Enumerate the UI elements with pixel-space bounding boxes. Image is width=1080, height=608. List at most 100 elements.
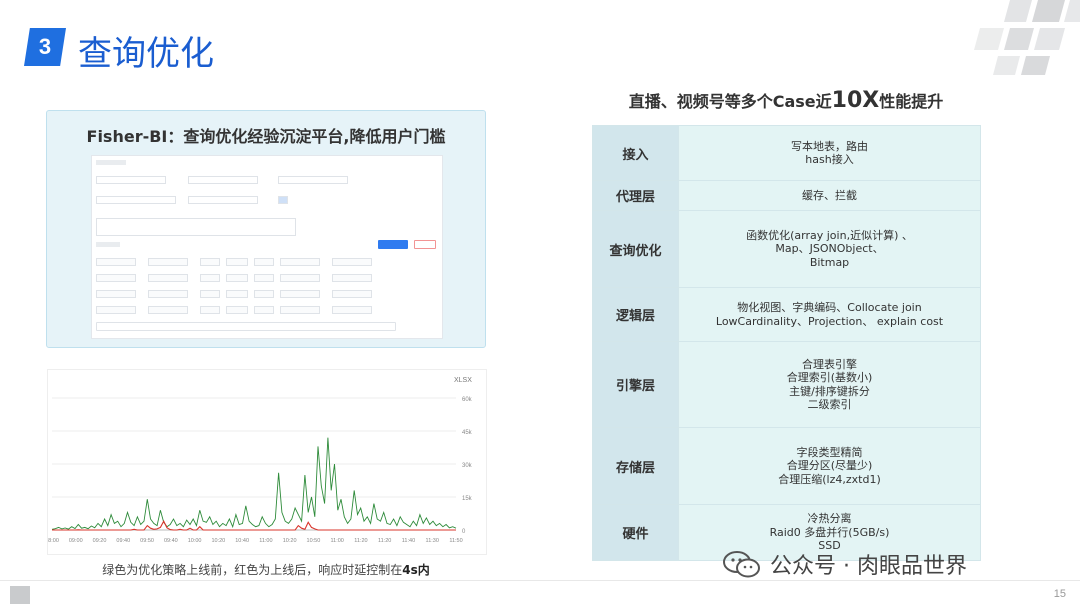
layer-description: 函数优化(array join,近似计算) 、 Map、JSONObject、 Bi… bbox=[678, 210, 981, 288]
x-tick-label: 09:20 bbox=[93, 538, 107, 544]
x-tick-label: 10:50 bbox=[307, 538, 321, 544]
layer-name: 引擎层 bbox=[592, 341, 679, 428]
layer-description-line: 主键/排序键拆分 bbox=[789, 384, 870, 398]
table-cell bbox=[280, 258, 320, 266]
layer-description-line: 缓存、拦截 bbox=[802, 188, 857, 202]
table-cell bbox=[332, 290, 372, 298]
table-cell bbox=[280, 290, 320, 298]
layer-name: 硬件 bbox=[592, 504, 679, 561]
layer-description-line: 合理压缩(lz4,zxtd1) bbox=[778, 472, 881, 486]
layer-description: 物化视图、字典编码、Collocate join LowCardinality、P… bbox=[678, 287, 981, 342]
table-cell bbox=[96, 274, 136, 282]
table-cell bbox=[226, 306, 248, 314]
table-cell bbox=[148, 258, 188, 266]
table-cell bbox=[254, 258, 274, 266]
table-cell bbox=[280, 306, 320, 314]
company-logo-icon bbox=[10, 586, 30, 604]
performance-title-post: 性能提升 bbox=[879, 92, 944, 111]
layer-description: 缓存、拦截 bbox=[678, 180, 981, 211]
export-xlsx-label: XLSX bbox=[454, 377, 472, 384]
form-field bbox=[96, 196, 176, 204]
y-tick-label: 45k bbox=[462, 430, 473, 436]
table-cell bbox=[200, 290, 220, 298]
form-field bbox=[188, 196, 258, 204]
performance-title-pre: 直播、视频号等多个Case近 bbox=[628, 92, 832, 111]
section-number-badge: 3 bbox=[24, 28, 66, 66]
form-field bbox=[278, 176, 348, 184]
table-cell bbox=[332, 306, 372, 314]
table-cell bbox=[96, 290, 136, 298]
layer-description: 合理表引擎 合理索引(基数小) 主键/排序键拆分 二级索引 bbox=[678, 341, 981, 428]
x-tick-label: 11:20 bbox=[354, 538, 367, 544]
table-cell bbox=[96, 258, 136, 266]
x-tick-label: 09:40 bbox=[164, 538, 178, 544]
x-tick-label: 10:40 bbox=[235, 538, 249, 544]
y-tick-label: 30k bbox=[462, 463, 473, 469]
table-cell bbox=[148, 290, 188, 298]
table-cell bbox=[96, 306, 136, 314]
layer-description-line: 二级索引 bbox=[807, 398, 852, 411]
wechat-icon bbox=[723, 551, 760, 578]
performance-title-big: 10X bbox=[831, 88, 880, 113]
y-tick-label: 0 bbox=[462, 529, 466, 535]
layer-name: 逻辑层 bbox=[592, 287, 679, 342]
layer-description-line: 合理分区(尽量少) bbox=[786, 459, 873, 473]
x-tick-label: 11:50 bbox=[449, 538, 462, 544]
layer-description-line: LowCardinality、Projection、 explain cost bbox=[715, 314, 944, 328]
table-cell bbox=[332, 274, 372, 282]
table-cell bbox=[254, 306, 274, 314]
x-tick-label: 11:20 bbox=[378, 538, 391, 544]
table-cell bbox=[200, 274, 220, 282]
layer-name: 接入 bbox=[592, 125, 679, 181]
table-cell bbox=[148, 306, 188, 314]
x-tick-label: 09:40 bbox=[116, 538, 130, 544]
toggle-switch bbox=[278, 196, 288, 204]
latency-chart: 60k 45k 30k 15k 0 XLSX 08:00 09:00 09:20 09:40 09:… bbox=[45, 369, 487, 555]
chart-caption-bold: 4s内 bbox=[402, 563, 430, 577]
table-cell bbox=[332, 258, 372, 266]
danger-button bbox=[414, 240, 436, 249]
layer-row: 接入 写本地表，路由 hash接入 bbox=[592, 125, 981, 181]
layer-description-line: 物化视图、字典编码、Collocate join bbox=[737, 301, 922, 314]
layer-name: 存储层 bbox=[592, 427, 679, 505]
y-tick-label: 60k bbox=[462, 397, 473, 403]
table-cell bbox=[226, 258, 248, 266]
layer-description: 写本地表，路由 hash接入 bbox=[678, 125, 981, 181]
layer-row: 代理层 缓存、拦截 bbox=[592, 180, 981, 211]
table-cell bbox=[226, 290, 248, 298]
form-field bbox=[188, 176, 258, 184]
layer-description-line: Raid0 多盘并行(5GB/s) bbox=[769, 525, 890, 539]
x-tick-label: 11:40 bbox=[402, 538, 415, 544]
x-tick-label: 10:20 bbox=[283, 538, 297, 544]
x-tick-label: 11:00 bbox=[259, 538, 272, 544]
layer-name: 查询优化 bbox=[592, 210, 679, 288]
latency-chart-svg: 60k 45k 30k 15k 0 XLSX 08:00 09:00 09:20 09:40 09:… bbox=[45, 377, 473, 544]
fisher-bi-title: Fisher-BI：查询优化经验沉淀平台,降低用户门槛 bbox=[86, 127, 446, 146]
chart-caption: 绿色为优化策略上线前，红色为上线后，响应时延控制在4s内 bbox=[46, 561, 486, 578]
fisher-bi-card: Fisher-BI：查询优化经验沉淀平台,降低用户门槛 bbox=[46, 110, 486, 348]
page-number: 15 bbox=[1053, 588, 1066, 600]
layer-row: 查询优化 函数优化(array join,近似计算) 、 Map、JSONObjec… bbox=[592, 210, 981, 288]
bi-form-screenshot bbox=[91, 155, 443, 339]
table-cell bbox=[200, 258, 220, 266]
optimization-layers-table: 接入 写本地表，路由 hash接入 代理层 缓存、拦截查询优化 函数优化(array jo… bbox=[592, 125, 981, 561]
table-cell bbox=[254, 290, 274, 298]
layer-description-line: Map、JSONObject、 bbox=[775, 242, 884, 256]
x-tick-label: 11:30 bbox=[426, 538, 439, 544]
table-cell bbox=[280, 274, 320, 282]
page-title: 查询优化 bbox=[78, 34, 214, 74]
layer-description-line: 合理索引(基数小) bbox=[786, 371, 873, 384]
add-row-bar bbox=[96, 322, 396, 331]
table-cell bbox=[148, 274, 188, 282]
watermark: 公众号 · 肉眼品世界 bbox=[722, 548, 967, 580]
primary-button bbox=[378, 240, 408, 249]
table-cell bbox=[226, 274, 248, 282]
footer-divider bbox=[0, 580, 1080, 581]
form-header-placeholder bbox=[96, 160, 126, 165]
table-cell bbox=[254, 274, 274, 282]
x-tick-label: 08:00 bbox=[48, 538, 59, 544]
corner-decoration-icon bbox=[974, 0, 1080, 75]
table-cell bbox=[200, 306, 220, 314]
x-tick-label: 09:00 bbox=[69, 538, 83, 544]
layer-name: 代理层 bbox=[592, 180, 679, 211]
